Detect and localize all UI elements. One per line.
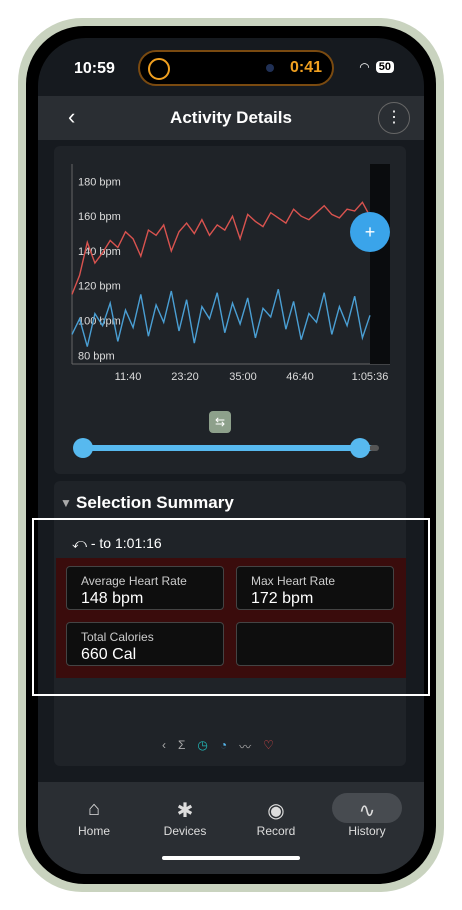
home-indicator <box>162 856 300 860</box>
y-tick-label: 180 bpm <box>78 176 121 188</box>
tab-history[interactable]: ∿ History <box>327 798 407 838</box>
battery-icon: 50 <box>375 61 394 73</box>
status-icons: ◠ 50 <box>359 60 394 74</box>
tab-label: Home <box>77 824 110 838</box>
x-tick-label: 11:40 <box>115 371 142 383</box>
chevron-left-icon[interactable]: ‹ <box>162 738 166 755</box>
status-time: 10:59 <box>74 60 115 77</box>
speed-icon[interactable]: ◔ <box>220 738 227 755</box>
clock-icon[interactable]: ◷ <box>197 738 207 755</box>
tab-home[interactable]: ⌂ Home <box>54 798 134 838</box>
heart-icon[interactable]: ♡ <box>263 738 274 755</box>
tab-record[interactable]: ◉ Record <box>236 798 316 838</box>
tab-label: Record <box>256 824 296 838</box>
sum-icon[interactable]: Σ <box>178 738 185 755</box>
selection-highlight-box <box>32 518 430 696</box>
chart-icon: ∿ <box>358 800 376 822</box>
tab-label: Devices <box>163 824 207 838</box>
record-icon: ◉ <box>267 800 285 822</box>
chevron-down-icon[interactable]: ▼ <box>60 496 72 510</box>
slider-start-handle[interactable] <box>73 438 93 458</box>
heart-rate-chart: 180 bpm160 bpm140 bpm120 bpm100 bpm80 bp… <box>71 164 390 383</box>
summary-icons-row: ‹ Σ ◷ ◔ 〰 ♡ <box>162 738 274 755</box>
x-tick-label: 35:00 <box>229 371 257 383</box>
trend-icon[interactable]: 〰 <box>239 738 251 755</box>
dynamic-island: 0:41 <box>138 50 334 86</box>
page-title: Activity Details <box>170 108 292 127</box>
x-tick-label: 23:20 <box>171 371 199 383</box>
x-tick-label: 46:40 <box>286 371 314 383</box>
app-bar: ‹ Activity Details ⋮ <box>38 96 424 140</box>
x-tick-label: 1:05:36 <box>352 371 389 383</box>
activity-timer: 0:41 <box>289 59 322 76</box>
range-slider[interactable] <box>83 445 378 451</box>
y-tick-label: 80 bpm <box>78 350 115 362</box>
camera-icon <box>266 64 274 72</box>
wifi-icon: ◠ <box>359 60 370 74</box>
y-tick-label: 160 bpm <box>78 211 121 223</box>
home-icon: ⌂ <box>87 798 101 820</box>
tab-label: History <box>348 824 386 838</box>
timer-icon <box>148 58 170 80</box>
tab-bar: ⌂ Home ✱ Devices ◉ Record ∿ History <box>38 782 424 874</box>
y-tick-label: 120 bpm <box>78 281 121 293</box>
summary-title: Selection Summary <box>76 493 234 512</box>
tab-devices[interactable]: ✱ Devices <box>145 798 225 838</box>
slider-end-handle[interactable] <box>350 438 370 458</box>
app-screen: 10:59 0:41 ◠ 50 ‹ Activity Details ⋮ 180… <box>38 38 424 874</box>
more-options-icon[interactable]: ⋮ <box>378 102 410 134</box>
bluetooth-icon: ✱ <box>176 800 194 822</box>
swap-icon[interactable]: ⇆ <box>209 411 231 433</box>
status-bar: 10:59 0:41 ◠ 50 <box>38 38 424 98</box>
slider-rest <box>369 445 379 451</box>
add-chart-icon[interactable]: + <box>350 212 390 252</box>
selection-end-shade <box>370 164 390 364</box>
